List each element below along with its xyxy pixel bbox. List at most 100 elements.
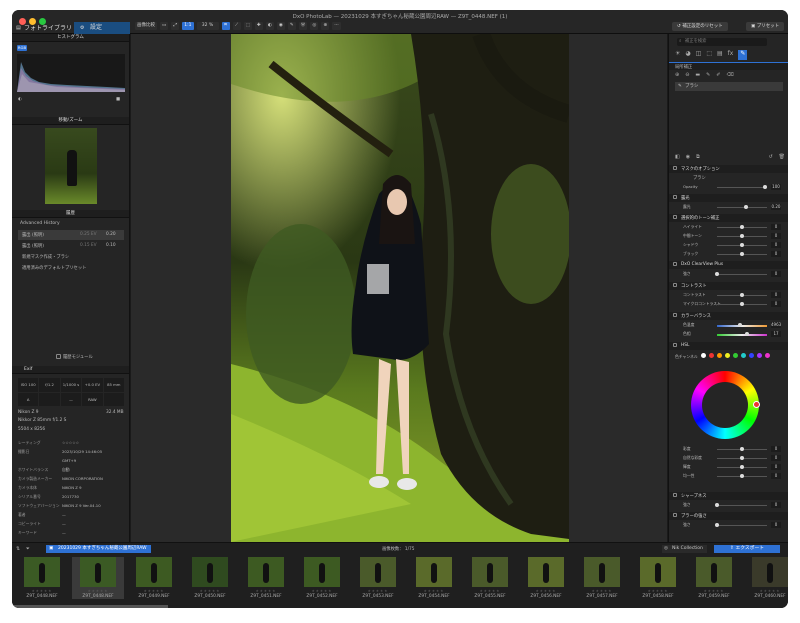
hsl-2-knob[interactable] [740,465,744,469]
tone-1-value[interactable]: 0 [771,233,781,239]
exif-header[interactable]: Exif [12,366,129,374]
meta-value[interactable]: ☆☆☆☆☆ [62,440,79,445]
hsl-channel-swatch[interactable] [701,353,706,358]
film-thumbnail[interactable]: ★★★★★ Z9T_0456.NEF [520,557,572,599]
control-point-icon[interactable]: ⊕ [675,72,679,80]
hsl-channel-swatch[interactable] [717,353,722,358]
perspective-tool-icon[interactable]: ⬚ [243,22,252,30]
thumbnail-rating[interactable]: ★★★★★ [16,589,68,593]
contrast-header-checkbox[interactable] [673,283,677,287]
history-footer[interactable]: 履歴モジュール [56,354,93,360]
detail-palette-icon[interactable]: ◫ [696,50,702,60]
crop-tool-icon[interactable]: ⌗ [221,22,230,30]
temperature-value[interactable]: 4963 [771,322,781,328]
hsl-channel-swatch[interactable] [733,353,738,358]
red-eye-tool-icon[interactable]: ◉ [276,22,285,30]
main-photo[interactable] [231,34,569,542]
hue-handle[interactable] [753,401,760,408]
film-thumbnail[interactable]: ★★★★★ Z9T_0451.NEF [240,557,292,599]
tone-2-value[interactable]: 0 [771,242,781,248]
folder-breadcrumb[interactable]: ▣ 20231029 本すぎちゃん秘蔵公園周辺RAW [46,545,151,553]
history-item-4[interactable]: 適用済みのデフォルトプリセット [22,265,86,271]
tone-2-knob[interactable] [740,243,744,247]
temperature-knob[interactable] [737,323,742,327]
geometry-palette-icon[interactable]: ⬚ [706,50,712,60]
film-thumbnail[interactable]: ★★★★★ Z9T_0453.NEF [352,557,404,599]
temperature-slider[interactable] [717,325,767,327]
local-adjust-header[interactable]: 局所補正 [669,62,788,70]
rgb-channel-button[interactable]: RGB [17,45,27,51]
hsl-0-value[interactable]: 0 [771,446,781,452]
hsl-3-value[interactable]: 0 [771,473,781,479]
film-thumbnail[interactable]: ★★★★★ Z9T_0452.NEF [296,557,348,599]
hsl-0-knob[interactable] [740,447,744,451]
preview-eye-icon[interactable]: ◎ [310,22,319,30]
exposure-value[interactable]: 0.20 [771,204,781,210]
hsl-header[interactable]: HSL [669,342,788,350]
tone-3-knob[interactable] [740,252,744,256]
thumbnail-rating[interactable]: ★★★★★ [408,589,460,593]
opacity-value[interactable]: 100 [771,184,781,190]
clearview-value[interactable]: 0 [771,271,781,277]
exposure-knob[interactable] [744,205,748,209]
exposure-header-checkbox[interactable] [673,195,677,199]
zoom-fit-button[interactable]: ⤢ [171,22,180,30]
hsl-2-value[interactable]: 0 [771,464,781,470]
tint-value[interactable]: 17 [771,331,781,337]
reset-corrections-button[interactable]: ↺ 補正設定のリセット [672,22,728,31]
sharpen-header-checkbox[interactable] [673,493,677,497]
search-corrections-input[interactable]: ⌕ 補正を検索 [677,38,767,46]
thumbnail-rating[interactable]: ★★★★★ [464,589,516,593]
sharpen-header[interactable]: シャープネス [669,492,788,500]
clearview-header[interactable]: DxO ClearView Plus [669,261,788,269]
highlight-clip-icon[interactable]: ■ [116,97,120,102]
loupe-tool-icon[interactable]: ⊕ [321,22,330,30]
local-adjust-tool-icon[interactable]: ◐ [265,22,274,30]
tone-3-value[interactable]: 0 [771,251,781,257]
thumbnail-rating[interactable]: ★★★★★ [128,589,180,593]
clearview-slider[interactable] [717,274,767,275]
brush-tool-icon[interactable]: ✎ [706,72,710,80]
control-line-icon[interactable]: ⊖ [685,72,689,80]
compare-button[interactable]: 画像比較 [135,22,157,30]
delete-mask-icon[interactable]: 🗑 [779,154,785,162]
film-thumbnail[interactable]: ★★★★★ Z9T_0460.NEF [744,557,788,599]
navigator-header[interactable]: 移動/ズーム [12,117,129,125]
film-thumbnail[interactable]: ★★★★★ Z9T_0454.NEF [408,557,460,599]
mask-options-header-checkbox[interactable] [673,166,677,170]
clearview-knob[interactable] [715,272,719,276]
opacity-knob[interactable] [763,185,767,189]
tint-knob[interactable] [745,332,749,336]
thumbnail-rating[interactable]: ★★★★★ [576,589,628,593]
white-balance-picker-icon[interactable]: ✎ [287,22,296,30]
hsl-channel-swatch[interactable] [757,353,762,358]
film-thumbnail[interactable]: ★★★★★ Z9T_0448.NEF [72,557,124,599]
tone-0-knob[interactable] [740,225,744,229]
blur-value[interactable]: 0 [771,522,781,528]
mask-item-brush[interactable]: ✎ ブラシ [675,82,783,91]
hsl-3-knob[interactable] [740,474,744,478]
tone-0-value[interactable]: 0 [771,224,781,230]
tone-header[interactable]: 選択的のトーン補正 [669,214,788,222]
contrast-0-value[interactable]: 0 [771,292,781,298]
exposure-slider[interactable] [717,207,767,208]
film-thumbnail[interactable]: ★★★★★ Z9T_0459.NEF [688,557,740,599]
local-palette-icon[interactable]: ✎ [738,50,748,60]
hsl-channel-swatch[interactable] [765,353,770,358]
image-viewer[interactable] [131,34,667,542]
history-checkbox[interactable] [56,354,61,359]
tint-slider[interactable] [717,334,767,336]
sharpen-knob[interactable] [715,503,719,507]
thumbnail-rating[interactable]: ★★★★★ [688,589,740,593]
opacity-slider[interactable] [717,187,767,188]
view-mode-button[interactable]: ▭ [160,22,169,30]
watermark-palette-icon[interactable]: ▤ [717,50,723,60]
clearview-header-checkbox[interactable] [673,262,677,266]
watermark-tool-icon[interactable]: Ⓦ [298,22,308,30]
contrast-1-knob[interactable] [740,302,744,306]
light-palette-icon[interactable]: ☀ [675,50,680,60]
thumbnail-rating[interactable]: ★★★★★ [352,589,404,593]
navigator-thumbnail[interactable] [45,128,97,204]
filmstrip-scrollbar[interactable] [12,605,168,608]
hsl-channel-swatch[interactable] [749,353,754,358]
